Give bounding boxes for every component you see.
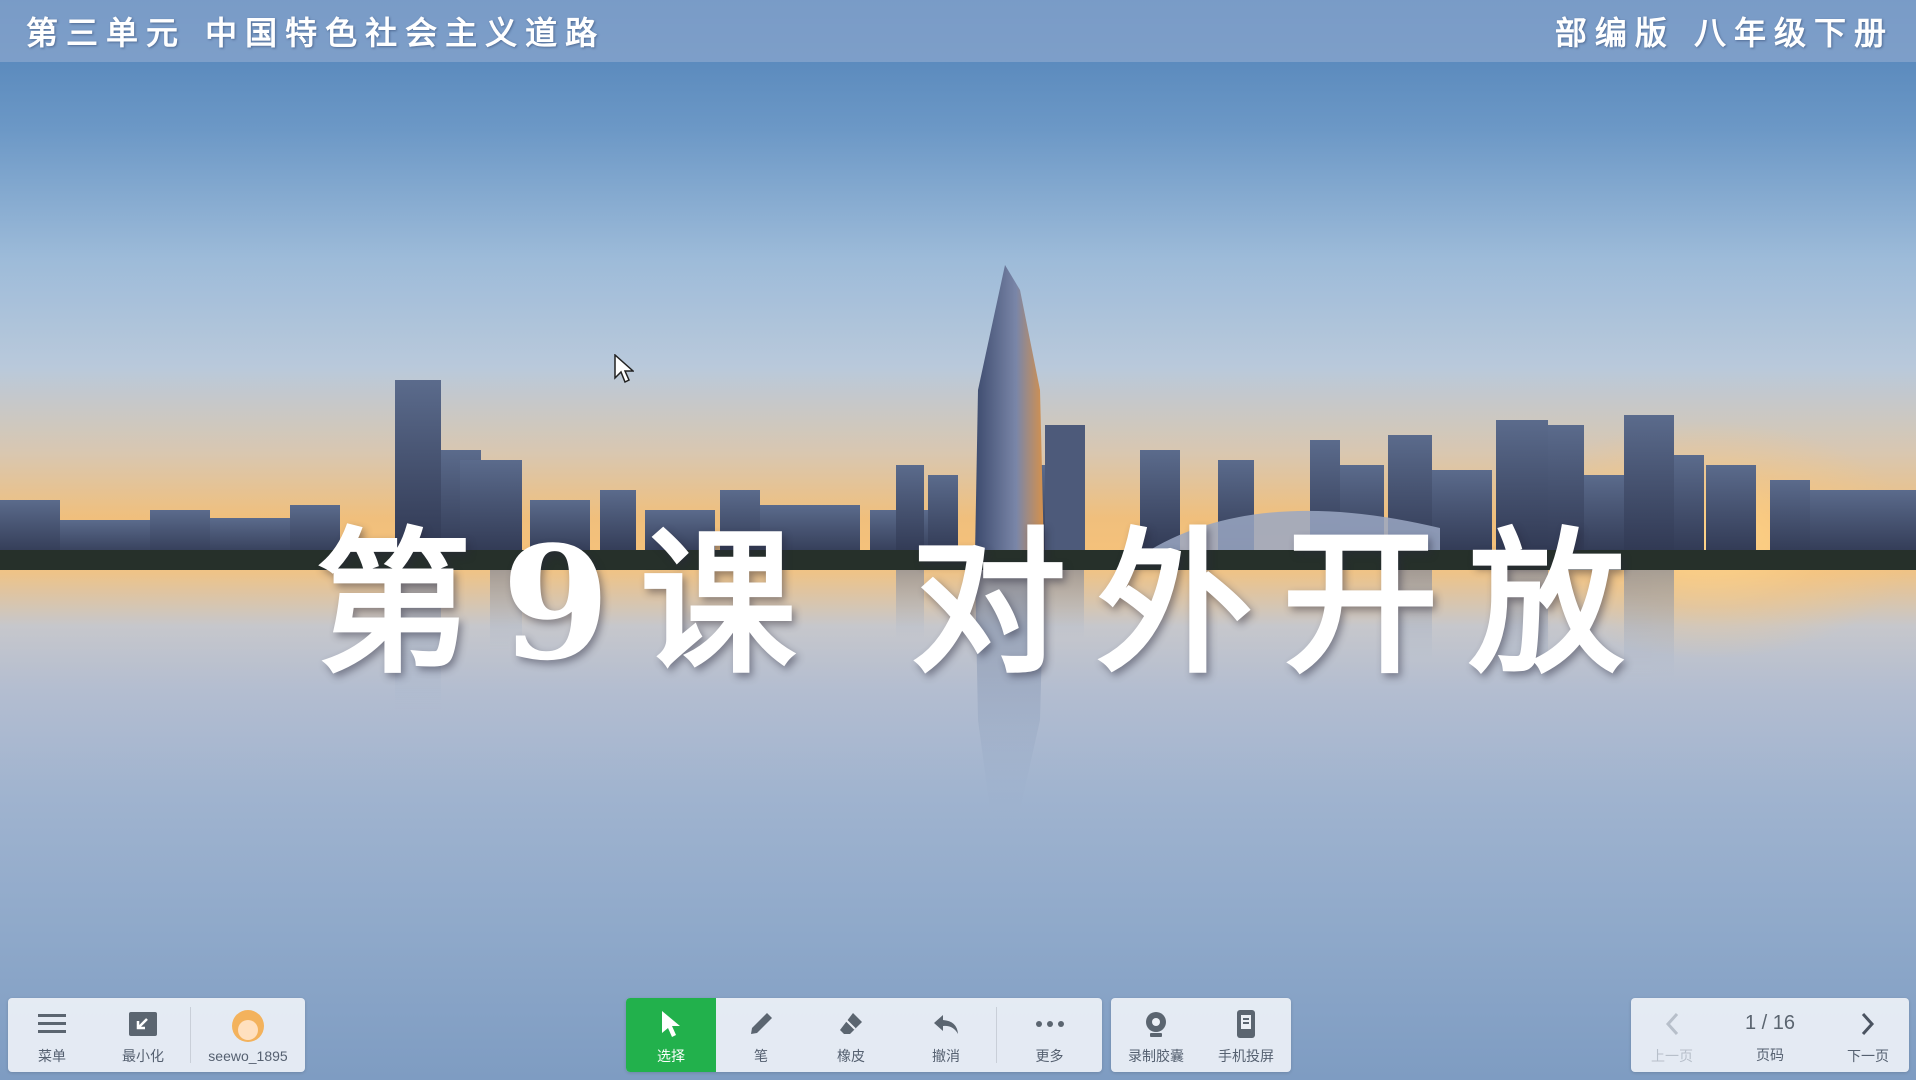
user-account-button[interactable]: seewo_1895 xyxy=(191,998,305,1072)
more-dots-icon xyxy=(1034,1008,1066,1040)
capture-toolbar: 录制胶囊 手机投屏 xyxy=(1111,998,1291,1072)
page-label: 页码 xyxy=(1756,1046,1784,1063)
select-tool-button[interactable]: 选择 xyxy=(626,998,716,1072)
lesson-title: 第9课 对外开放 xyxy=(315,512,1655,695)
eraser-icon xyxy=(835,1008,867,1040)
minimize-label: 最小化 xyxy=(122,1048,164,1064)
chevron-right-icon xyxy=(1852,1008,1884,1040)
menu-label: 菜单 xyxy=(38,1048,66,1064)
undo-arrow-icon xyxy=(930,1008,962,1040)
eraser-label: 橡皮 xyxy=(837,1048,865,1064)
hamburger-menu-icon xyxy=(36,1008,68,1040)
phone-cast-button[interactable]: 手机投屏 xyxy=(1201,998,1291,1072)
pen-label: 笔 xyxy=(754,1048,768,1064)
cast-label: 手机投屏 xyxy=(1218,1048,1274,1064)
menu-button[interactable]: 菜单 xyxy=(8,998,96,1072)
pen-icon xyxy=(745,1008,777,1040)
more-label: 更多 xyxy=(1035,1048,1064,1064)
mouse-cursor-icon xyxy=(614,354,634,384)
record-label: 录制胶囊 xyxy=(1128,1048,1184,1064)
prev-page-button[interactable]: 上一页 xyxy=(1631,998,1713,1072)
page-number-button[interactable]: 1 / 16 页码 xyxy=(1713,998,1827,1072)
minimize-icon xyxy=(127,1008,159,1040)
pen-tool-button[interactable]: 笔 xyxy=(716,998,806,1072)
minimize-button[interactable]: 最小化 xyxy=(96,998,190,1072)
pointer-arrow-icon xyxy=(655,1008,687,1040)
record-camera-icon xyxy=(1140,1008,1172,1040)
more-tools-button[interactable]: 更多 xyxy=(997,998,1102,1072)
undo-button[interactable]: 撤消 xyxy=(896,998,996,1072)
undo-label: 撤消 xyxy=(932,1048,960,1064)
record-capsule-button[interactable]: 录制胶囊 xyxy=(1111,998,1201,1072)
next-page-label: 下一页 xyxy=(1847,1048,1889,1064)
chevron-left-icon xyxy=(1656,1008,1688,1040)
phone-icon xyxy=(1230,1008,1262,1040)
username-label: seewo_1895 xyxy=(208,1048,288,1064)
unit-title: 第三单元 中国特色社会主义道路 xyxy=(26,14,606,52)
slide-canvas: 第9课 对外开放 xyxy=(0,0,1916,1080)
page-count: 1 / 16 xyxy=(1744,1011,1796,1034)
select-label: 选择 xyxy=(657,1048,685,1064)
edition-label: 部编版 八年级下册 xyxy=(1554,14,1894,52)
page-navigator: 上一页 1 / 16 页码 下一页 xyxy=(1631,998,1909,1072)
left-toolbar: 菜单 最小化 seewo_1895 xyxy=(8,998,305,1072)
prev-page-label: 上一页 xyxy=(1651,1048,1693,1064)
eraser-tool-button[interactable]: 橡皮 xyxy=(806,998,896,1072)
slide-header-bar: 第三单元 中国特色社会主义道路 部编版 八年级下册 xyxy=(0,0,1916,62)
user-avatar xyxy=(232,1010,264,1042)
drawing-toolbar: 选择 笔 橡皮 撤消 更多 xyxy=(626,998,1102,1072)
next-page-button[interactable]: 下一页 xyxy=(1827,998,1909,1072)
